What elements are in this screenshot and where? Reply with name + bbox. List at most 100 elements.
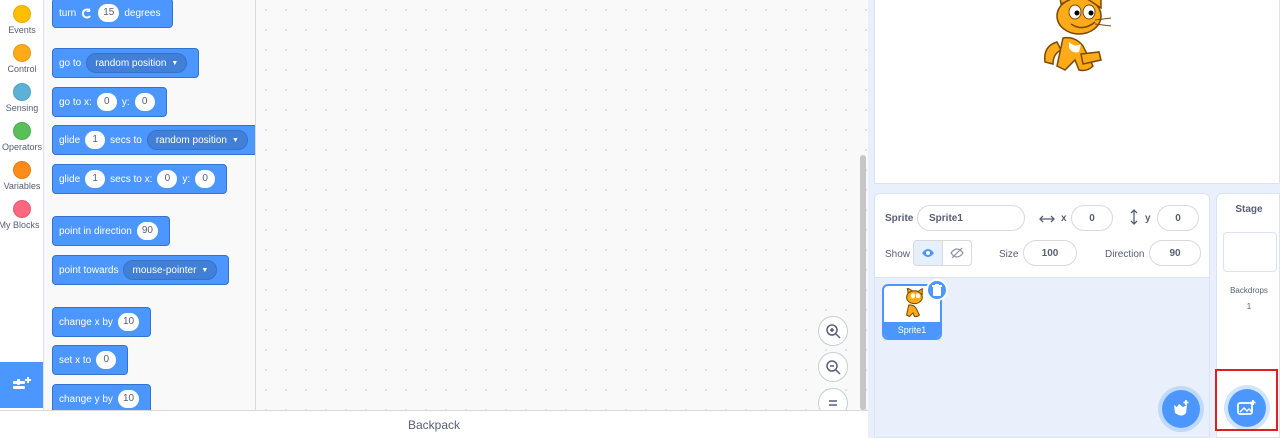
sensing-icon: [13, 83, 31, 101]
block-input[interactable]: 0: [134, 93, 155, 111]
show-hidden-icon: [950, 247, 964, 259]
y-field[interactable]: 0: [1157, 205, 1199, 231]
block-change-x[interactable]: change x by 10: [52, 307, 152, 337]
cat-sprite-image: [1044, 0, 1112, 72]
sprite-pane: Sprite Sprite1 x 0 y 0 Show Size 100 Dir…: [874, 193, 1210, 438]
category-events[interactable]: Events: [0, 5, 43, 35]
control-icon: [13, 44, 31, 62]
y-position-icon: [1130, 209, 1138, 225]
block-text: go to: [59, 57, 82, 69]
show-visible-icon: [922, 249, 934, 257]
block-dropdown[interactable]: random position ▼: [146, 130, 248, 150]
block-text: go to x:: [59, 96, 92, 108]
rotate-left-icon: [82, 8, 92, 19]
category-label: Control: [7, 64, 37, 74]
zoom-in-icon: [826, 324, 841, 339]
backdrops-count: 1: [1246, 302, 1252, 311]
category-menu: Events Control Sensing Operators Variabl…: [0, 0, 44, 410]
block-input[interactable]: 0: [157, 170, 178, 188]
block-text: secs to x:: [110, 173, 153, 185]
category-label: Variables: [3, 181, 41, 191]
block-text: set x to: [59, 354, 92, 366]
choose-sprite-icon: [1174, 400, 1189, 416]
block-input[interactable]: 0: [96, 351, 117, 369]
block-set-x[interactable]: set x to 0: [52, 345, 129, 375]
choose-sprite-button[interactable]: [1162, 390, 1200, 428]
zoom-out-button[interactable]: [818, 352, 848, 382]
add-extension-icon: [13, 377, 31, 389]
events-icon: [13, 5, 31, 23]
block-input[interactable]: 1: [85, 170, 106, 188]
category-variables[interactable]: Variables: [0, 161, 43, 191]
category-label: Sensing: [5, 103, 39, 113]
block-glide-to[interactable]: glide 1 secs to random position ▼: [52, 125, 255, 155]
dropdown-value: mouse-pointer: [132, 264, 197, 276]
block-input[interactable]: 0: [195, 170, 216, 188]
size-field[interactable]: 100: [1023, 240, 1077, 266]
block-text: point in direction: [59, 225, 132, 237]
block-input[interactable]: 10: [117, 390, 140, 408]
trash-icon: [932, 284, 942, 296]
sprite-name-field[interactable]: Sprite1: [917, 205, 1025, 231]
add-extension-button[interactable]: [0, 362, 43, 408]
show-hidden-button[interactable]: [942, 240, 972, 266]
sprite-label: Sprite: [885, 213, 914, 224]
x-label: x: [1061, 213, 1067, 224]
block-turn[interactable]: turn 15 degrees: [52, 0, 173, 28]
highlight-box: [1215, 369, 1278, 431]
show-label: Show: [885, 249, 911, 260]
script-scrollbar[interactable]: [860, 155, 866, 410]
block-input[interactable]: 1: [85, 131, 106, 149]
delete-sprite-button[interactable]: [926, 279, 948, 301]
stage-canvas[interactable]: [874, 0, 1280, 184]
backpack-header[interactable]: Backpack: [0, 410, 868, 438]
block-dropdown[interactable]: mouse-pointer ▼: [123, 260, 218, 280]
block-text: glide: [59, 134, 81, 146]
x-position-icon: [1039, 215, 1055, 223]
direction-value: 90: [1169, 247, 1181, 259]
scratch-editor: Events Control Sensing Operators Variabl…: [0, 0, 1280, 438]
variables-icon: [13, 161, 31, 179]
block-glide-xy[interactable]: glide 1 secs to x: 0 y: 0: [52, 164, 228, 194]
block-point-in-direction[interactable]: point in direction 90: [52, 216, 170, 246]
block-text: secs to: [110, 134, 142, 146]
sprite-name-value: Sprite1: [929, 212, 963, 224]
direction-field[interactable]: 90: [1149, 240, 1201, 266]
stage-thumbnail[interactable]: [1223, 232, 1277, 272]
block-go-to-xy[interactable]: go to x: 0 y: 0: [52, 87, 167, 117]
block-palette: turn 15 degrees go to random position ▼ g…: [44, 0, 256, 410]
category-label: Operators: [1, 142, 43, 152]
category-label: Events: [8, 25, 36, 35]
zoom-in-button[interactable]: [818, 316, 848, 346]
block-input[interactable]: 10: [117, 313, 140, 331]
show-visible-button[interactable]: [913, 240, 943, 266]
operators-icon: [13, 122, 31, 140]
block-change-y[interactable]: change y by 10: [52, 384, 152, 410]
block-go-to[interactable]: go to random position ▼: [52, 48, 200, 78]
category-control[interactable]: Control: [0, 44, 43, 74]
block-point-towards[interactable]: point towards mouse-pointer ▼: [52, 255, 230, 285]
x-field[interactable]: 0: [1071, 205, 1113, 231]
y-label: y: [1145, 213, 1151, 224]
caret-down-icon: ▼: [201, 266, 209, 274]
y-value: 0: [1175, 212, 1181, 224]
backdrops-info: Backdrops 1: [1217, 284, 1279, 313]
category-label: My Blocks: [0, 220, 40, 230]
block-input[interactable]: 0: [96, 93, 117, 111]
direction-label: Direction: [1105, 249, 1145, 260]
block-input[interactable]: 15: [98, 4, 120, 22]
block-dropdown[interactable]: random position ▼: [86, 53, 188, 73]
script-area[interactable]: [256, 0, 868, 410]
sprite-info: Sprite Sprite1 x 0 y 0 Show Size 100 Dir…: [875, 194, 1209, 278]
category-my-blocks[interactable]: My Blocks: [0, 200, 43, 230]
caret-down-icon: ▼: [171, 59, 179, 67]
block-input[interactable]: 90: [136, 222, 158, 240]
category-sensing[interactable]: Sensing: [0, 83, 43, 113]
block-text: change y by: [59, 393, 113, 405]
zoom-reset-icon: [829, 400, 837, 406]
category-operators[interactable]: Operators: [0, 122, 43, 152]
block-text: y:: [182, 173, 191, 185]
block-text: change x by: [59, 316, 113, 328]
sprite-tile-label: Sprite1: [884, 322, 940, 338]
dropdown-value: random position: [95, 57, 167, 69]
